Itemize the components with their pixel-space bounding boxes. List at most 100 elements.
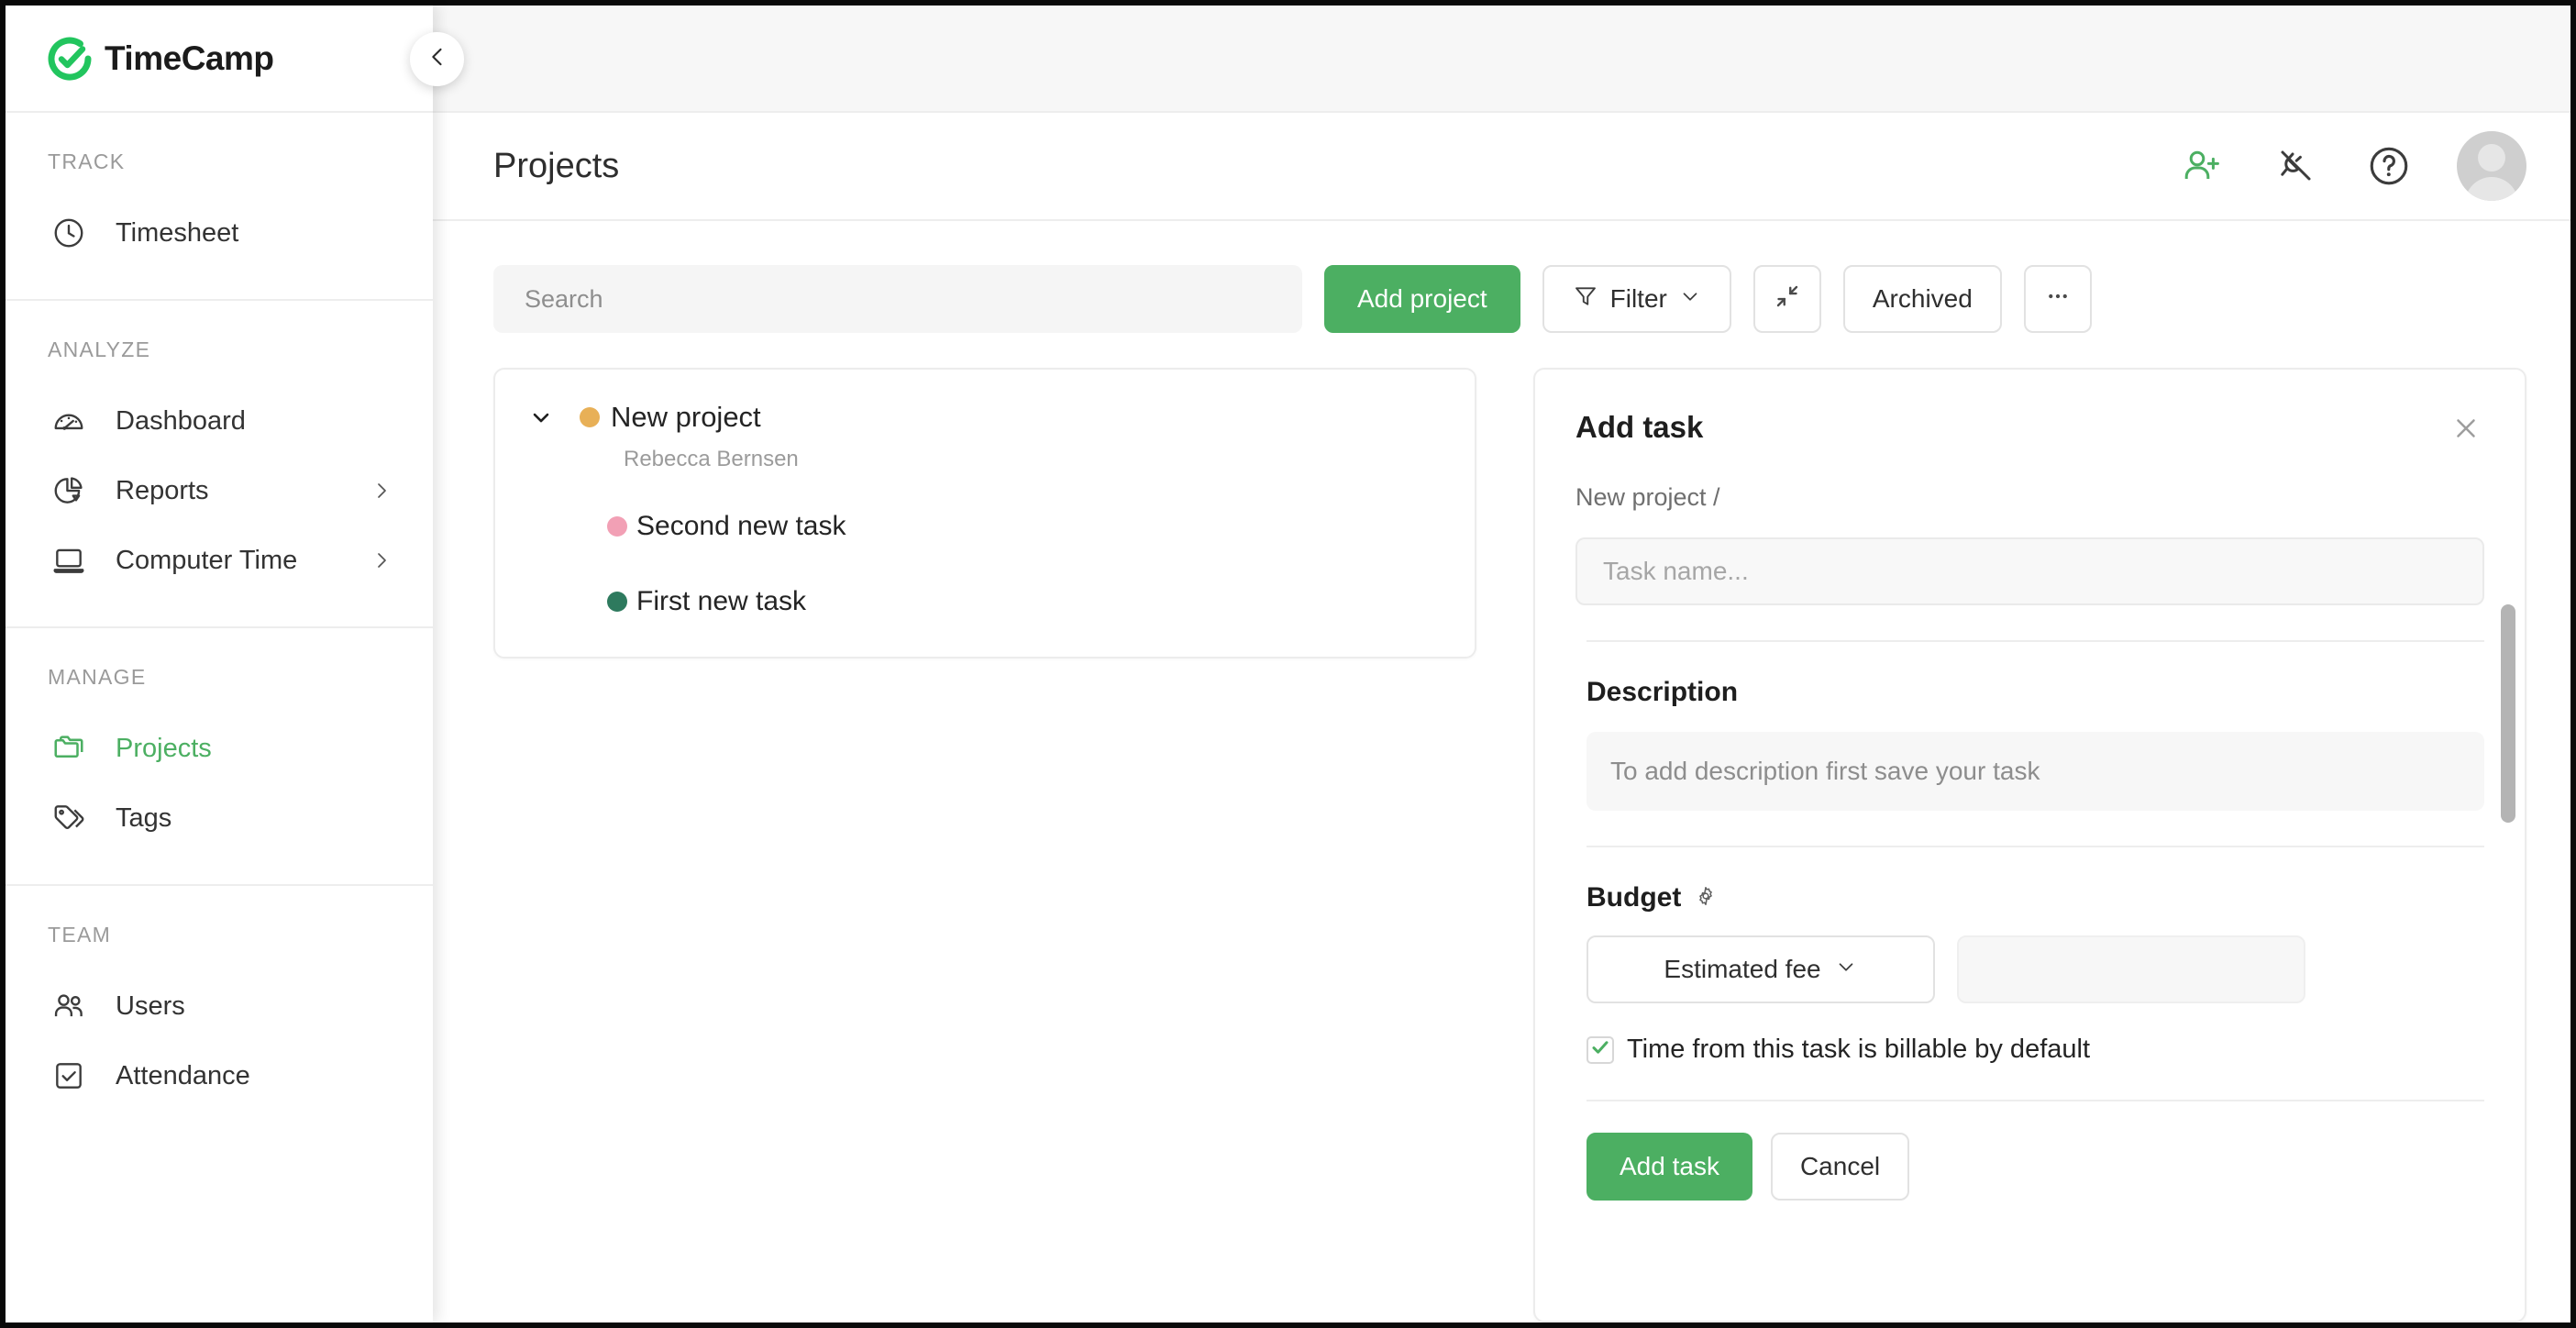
panel-scrollbar-thumb[interactable]: [2501, 604, 2515, 823]
sidebar-item-label: Dashboard: [116, 405, 246, 436]
check-icon: [1589, 1036, 1611, 1063]
description-field[interactable]: To add description first save your task: [1587, 732, 2484, 811]
sidebar-item-label: Users: [116, 990, 185, 1021]
divider: [1587, 846, 2484, 847]
avatar-body: [2465, 177, 2518, 201]
sidebar-item-timesheet[interactable]: Timesheet: [6, 198, 433, 268]
header-actions: [2176, 131, 2526, 201]
laptop-icon: [48, 539, 90, 581]
add-task-panel: Add task New project / Description To ad…: [1533, 368, 2526, 1322]
archived-button[interactable]: Archived: [1842, 265, 2002, 333]
sidebar-item-label: Projects: [116, 733, 212, 763]
add-project-label: Add project: [1357, 284, 1487, 313]
submit-add-task-button[interactable]: Add task: [1587, 1133, 1752, 1201]
breadcrumb: New project /: [1575, 483, 1720, 511]
task-color-dot: [607, 516, 627, 537]
sidebar: TimeCamp TRACK Timesheet ANALYZE Dashboa…: [6, 6, 433, 1322]
add-user-icon[interactable]: [2176, 140, 2228, 192]
add-project-button[interactable]: Add project: [1324, 265, 1520, 333]
sidebar-item-reports[interactable]: Reports: [6, 456, 433, 526]
nav-group-label-analyze: ANALYZE: [48, 338, 151, 361]
task-name-input[interactable]: [1575, 537, 2484, 605]
sidebar-item-computer-time[interactable]: Computer Time: [6, 526, 433, 595]
sidebar-item-label: Computer Time: [116, 545, 298, 575]
nav-group-manage: MANAGE Projects Tags: [6, 628, 433, 886]
projects-toolbar: Add project Filter: [433, 221, 2570, 333]
budget-amount-input[interactable]: [1957, 935, 2305, 1003]
sidebar-item-label: Attendance: [116, 1060, 250, 1090]
task-color-dot: [607, 592, 627, 612]
clock-icon: [48, 212, 90, 254]
chevron-right-icon: [370, 549, 392, 571]
project-row[interactable]: New project: [495, 395, 1475, 439]
main-content: Projects Search Add project Filter Archi…: [433, 6, 2570, 1322]
ellipsis-icon: [2044, 282, 2072, 316]
billable-label: Time from this task is billable by defau…: [1627, 1035, 2091, 1064]
task-row[interactable]: Second new task: [495, 505, 1475, 548]
budget-type-select[interactable]: Estimated fee: [1587, 935, 1935, 1003]
task-name: Second new task: [636, 511, 846, 541]
sidebar-item-dashboard[interactable]: Dashboard: [6, 386, 433, 456]
sidebar-item-label: Reports: [116, 475, 209, 505]
chevron-down-icon[interactable]: [528, 404, 554, 430]
filter-button[interactable]: Filter: [1542, 265, 1731, 333]
more-options-button[interactable]: [2023, 265, 2092, 333]
budget-row: Estimated fee: [1587, 935, 2484, 1003]
pie-chart-icon: [48, 470, 90, 512]
sidebar-item-label: Tags: [116, 802, 172, 833]
gear-icon[interactable]: [1694, 884, 1718, 913]
billable-checkbox[interactable]: [1587, 1035, 1614, 1064]
checkbox-icon: [48, 1055, 90, 1097]
brand-logo[interactable]: TimeCamp: [6, 6, 433, 113]
sidebar-collapse-button[interactable]: [410, 32, 464, 86]
app-window: TimeCamp TRACK Timesheet ANALYZE Dashboa…: [0, 0, 2576, 1328]
page-title: Projects: [493, 146, 620, 185]
collapse-all-button[interactable]: [1752, 265, 1821, 333]
divider: [1587, 640, 2484, 642]
gauge-icon: [48, 400, 90, 442]
sidebar-item-tags[interactable]: Tags: [6, 783, 433, 853]
archived-label: Archived: [1872, 284, 1973, 313]
sidebar-item-users[interactable]: Users: [6, 971, 433, 1041]
close-icon[interactable]: [2448, 410, 2484, 447]
collapse-arrows-icon: [1774, 282, 1801, 316]
plug-disconnected-icon[interactable]: [2270, 140, 2321, 192]
budget-label: Budget: [1587, 882, 1682, 913]
help-circle-icon[interactable]: [2363, 140, 2415, 192]
task-row[interactable]: First new task: [495, 581, 1475, 623]
funnel-icon: [1572, 282, 1599, 316]
chevron-down-icon: [1678, 284, 1702, 315]
description-label: Description: [1587, 677, 1739, 707]
tag-icon: [48, 797, 90, 839]
nav-group-team: TEAM Users Attendance: [6, 886, 433, 1142]
nav-group-analyze: ANALYZE Dashboard Reports Computer Time: [6, 301, 433, 628]
brand-name: TimeCamp: [105, 39, 274, 77]
sidebar-item-label: Timesheet: [116, 217, 239, 248]
page-header: Projects: [433, 113, 2570, 221]
cancel-label: Cancel: [1799, 1152, 1881, 1180]
billable-checkbox-row[interactable]: Time from this task is billable by defau…: [1587, 1035, 2484, 1065]
top-strip: [433, 6, 2570, 113]
search-input[interactable]: [493, 265, 1302, 333]
add-task-title: Add task: [1575, 410, 1704, 444]
sidebar-item-attendance[interactable]: Attendance: [6, 1041, 433, 1111]
avatar[interactable]: [2457, 131, 2526, 201]
add-task-header: Add task: [1575, 410, 2484, 447]
budget-type-value: Estimated fee: [1664, 955, 1821, 983]
project-color-dot: [580, 407, 600, 427]
cancel-button[interactable]: Cancel: [1770, 1133, 1910, 1201]
projects-content: New project Rebecca Bernsen Second new t…: [433, 333, 2570, 1322]
divider: [1587, 1100, 2484, 1101]
nav-group-label-manage: MANAGE: [48, 665, 147, 689]
nav-group-track: TRACK Timesheet: [6, 113, 433, 301]
add-task-footer: Add task Cancel: [1587, 1133, 2484, 1201]
budget-header: Budget: [1587, 882, 2484, 913]
folder-icon: [48, 727, 90, 769]
panel-scrollbar-track[interactable]: [2501, 377, 2515, 1313]
chevron-down-icon: [1834, 955, 1858, 985]
sidebar-item-projects[interactable]: Projects: [6, 714, 433, 783]
submit-add-task-label: Add task: [1620, 1152, 1719, 1180]
avatar-head: [2478, 144, 2505, 172]
users-icon: [48, 985, 90, 1027]
timecamp-check-logo-icon: [46, 35, 94, 83]
